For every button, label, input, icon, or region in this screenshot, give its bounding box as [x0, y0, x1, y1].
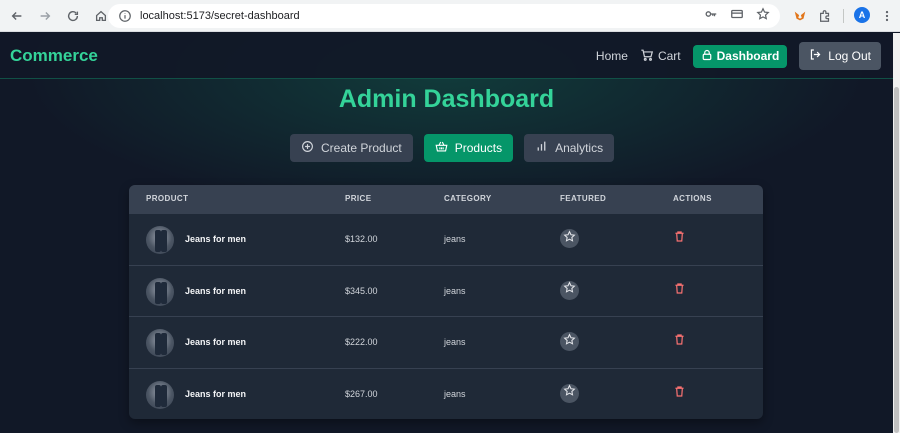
product-image — [146, 277, 174, 306]
site-info-icon[interactable] — [118, 9, 132, 23]
product-category: jeans — [444, 388, 466, 399]
delete-button[interactable] — [673, 385, 689, 401]
brand-logo[interactable]: Commerce — [10, 46, 98, 66]
product-price: $345.00 — [345, 285, 378, 296]
header-featured: FEATURED — [560, 194, 607, 203]
products-table: PRODUCT PRICE CATEGORY FEATURED ACTIONS … — [129, 185, 763, 419]
metamask-extension-icon[interactable] — [790, 6, 810, 26]
table-header: PRODUCT PRICE CATEGORY FEATURED ACTIONS — [129, 185, 763, 213]
featured-toggle-button[interactable] — [560, 229, 579, 248]
back-icon[interactable] — [6, 5, 28, 27]
app-viewport: Commerce Home Cart Dashboard Log Out Adm… — [0, 33, 893, 433]
bar-chart-icon — [535, 140, 548, 156]
extensions-puzzle-icon[interactable] — [815, 6, 835, 26]
table-row: Jeans for men $222.00 jeans — [129, 316, 763, 368]
product-name: Jeans for men — [185, 234, 247, 244]
featured-toggle-button[interactable] — [560, 383, 579, 403]
delete-button[interactable] — [673, 333, 689, 349]
bookmark-star-icon[interactable] — [756, 6, 770, 26]
star-icon — [563, 332, 576, 351]
logout-button[interactable]: Log Out — [799, 42, 881, 70]
product-category: jeans — [444, 337, 466, 347]
table-row: Jeans for men $132.00 jeans — [129, 213, 763, 265]
table-row: Jeans for men $267.00 jeans — [129, 367, 763, 420]
address-bar[interactable]: localhost:5173/secret-dashboard — [108, 4, 780, 28]
tab-label: Create Product — [321, 141, 402, 155]
product-name: Jeans for men — [185, 337, 247, 347]
trash-icon — [673, 230, 686, 247]
product-image — [146, 329, 174, 357]
featured-toggle-button[interactable] — [560, 332, 579, 351]
trash-icon — [673, 282, 686, 299]
dashboard-tabs: Create Product Products Analytics — [290, 134, 615, 162]
delete-button[interactable] — [673, 282, 689, 298]
key-icon[interactable] — [704, 7, 718, 26]
logout-icon — [809, 48, 822, 64]
browser-toolbar: localhost:5173/secret-dashboard A — [0, 0, 900, 32]
header-actions: ACTIONS — [673, 194, 712, 203]
dashboard-button[interactable]: Dashboard — [692, 44, 788, 68]
product-price: $267.00 — [345, 388, 378, 399]
table-row: Jeans for men $345.00 jeans — [129, 264, 763, 317]
basket-icon — [435, 140, 448, 156]
tab-products[interactable]: Products — [423, 134, 514, 162]
delete-button[interactable] — [673, 230, 689, 246]
top-nav: Home Cart Dashboard Log Out — [596, 41, 881, 71]
page-title: Admin Dashboard — [338, 85, 555, 113]
reload-icon[interactable] — [62, 5, 84, 27]
product-name: Jeans for men — [185, 285, 247, 296]
toolbar-divider — [843, 9, 844, 23]
dashboard-label: Dashboard — [716, 49, 780, 63]
trash-icon — [673, 333, 686, 350]
product-name: Jeans for men — [185, 388, 247, 399]
nav-cart-link[interactable]: Cart — [640, 48, 681, 65]
header-price: PRICE — [345, 194, 372, 203]
star-icon — [563, 384, 576, 402]
profile-avatar[interactable]: A — [854, 7, 870, 23]
product-category: jeans — [444, 285, 466, 296]
card-icon[interactable] — [730, 7, 744, 26]
logout-label: Log Out — [828, 49, 871, 63]
address-url: localhost:5173/secret-dashboard — [140, 10, 300, 22]
tab-analytics[interactable]: Analytics — [524, 134, 615, 162]
scrollbar-thumb[interactable] — [894, 87, 899, 433]
plus-circle-icon — [301, 140, 314, 156]
product-image — [146, 226, 174, 254]
header-product: PRODUCT — [146, 194, 189, 203]
nav-home-link[interactable]: Home — [596, 49, 628, 63]
page-scrollbar[interactable] — [893, 33, 900, 433]
product-price: $132.00 — [345, 234, 378, 244]
nav-cart-label: Cart — [657, 49, 681, 63]
star-icon — [563, 229, 576, 248]
trash-icon — [673, 385, 686, 402]
cart-icon — [640, 48, 654, 65]
lock-icon — [701, 49, 713, 64]
app-header: Commerce Home Cart Dashboard Log Out — [0, 33, 893, 79]
header-category: CATEGORY — [444, 194, 492, 203]
tab-create-product[interactable]: Create Product — [290, 134, 413, 162]
tab-label: Products — [454, 141, 503, 155]
browser-menu-icon[interactable] — [877, 6, 897, 26]
product-image — [146, 380, 174, 409]
star-icon — [563, 281, 576, 299]
nav-home-label: Home — [595, 49, 628, 63]
tab-label: Analytics — [555, 141, 604, 155]
forward-icon[interactable] — [34, 5, 56, 27]
featured-toggle-button[interactable] — [560, 280, 579, 300]
product-category: jeans — [444, 234, 466, 244]
product-price: $222.00 — [345, 337, 378, 347]
